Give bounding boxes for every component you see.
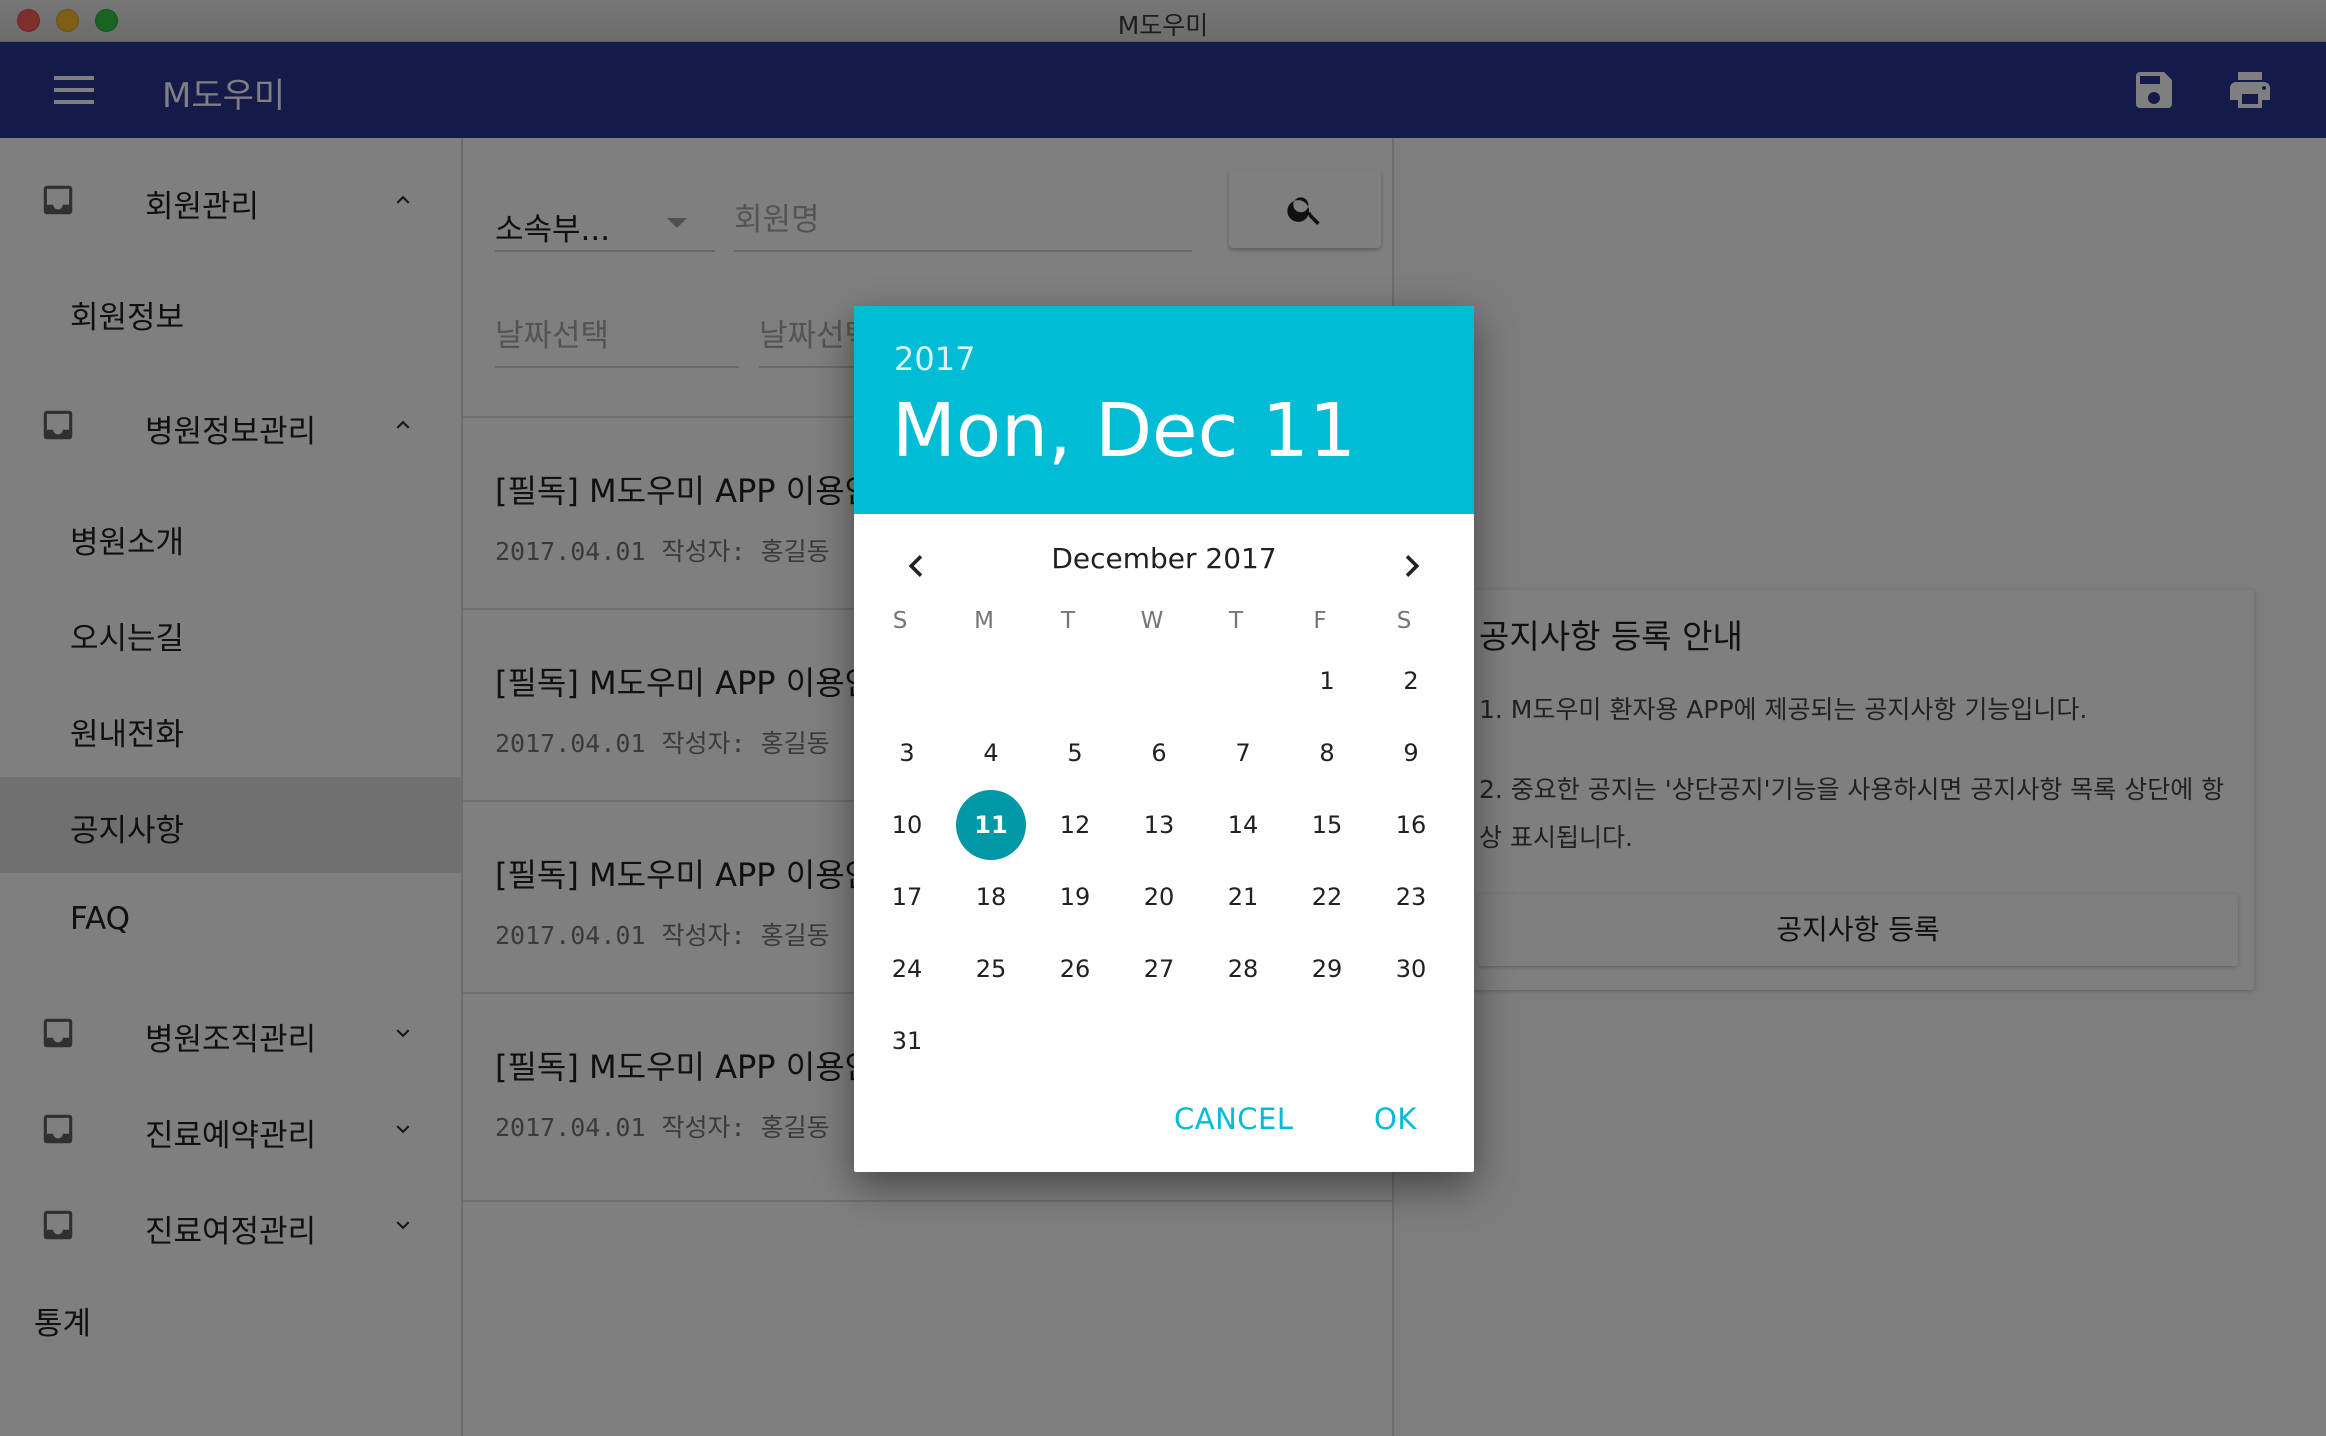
calendar-day[interactable]: 27 [1124,934,1194,1004]
calendar-day[interactable]: 16 [1376,790,1446,860]
ok-button[interactable]: OK [1374,1092,1417,1146]
weekday-label: F [1313,608,1327,634]
weekday-label: W [1140,608,1164,634]
selected-date-label: Mon, Dec 11 [892,388,1356,474]
calendar-day[interactable]: 17 [872,862,942,932]
calendar-day[interactable]: 9 [1376,718,1446,788]
weekday-label: M [974,608,994,634]
calendar-day[interactable]: 24 [872,934,942,1004]
chevron-right-icon[interactable] [1390,544,1434,588]
calendar-day[interactable]: 23 [1376,862,1446,932]
calendar-day[interactable]: 15 [1292,790,1362,860]
calendar-day[interactable]: 21 [1208,862,1278,932]
date-picker-dialog: 2017 Mon, Dec 11 December 2017 S M T W T… [854,306,1474,1172]
calendar-day[interactable]: 31 [872,1006,942,1076]
calendar-day[interactable]: 18 [956,862,1026,932]
calendar-day[interactable]: 4 [956,718,1026,788]
calendar-day[interactable]: 22 [1292,862,1362,932]
calendar-day[interactable]: 6 [1124,718,1194,788]
year-label[interactable]: 2017 [894,340,975,378]
calendar-day[interactable]: 30 [1376,934,1446,1004]
calendar-day[interactable]: 10 [872,790,942,860]
date-picker-header: 2017 Mon, Dec 11 [854,306,1474,514]
weekday-label: T [1228,608,1244,634]
calendar-day[interactable]: 1 [1292,646,1362,716]
weekday-label: S [892,608,908,634]
chevron-left-icon[interactable] [894,544,938,588]
calendar-day[interactable]: 8 [1292,718,1362,788]
calendar-day[interactable]: 25 [956,934,1026,1004]
weekday-label: T [1060,608,1076,634]
calendar-day[interactable]: 7 [1208,718,1278,788]
month-label: December 2017 [1051,542,1277,575]
calendar-day[interactable]: 28 [1208,934,1278,1004]
calendar-day[interactable]: 29 [1292,934,1362,1004]
calendar-day[interactable]: 2 [1376,646,1446,716]
calendar-day[interactable]: 12 [1040,790,1110,860]
weekday-label: S [1396,608,1412,634]
calendar-day-selected[interactable]: 11 [956,790,1026,860]
calendar-day[interactable]: 14 [1208,790,1278,860]
calendar-day[interactable]: 13 [1124,790,1194,860]
calendar-day[interactable]: 3 [872,718,942,788]
calendar-day[interactable]: 20 [1124,862,1194,932]
cancel-button[interactable]: CANCEL [1174,1092,1294,1146]
calendar-day[interactable]: 26 [1040,934,1110,1004]
calendar-day[interactable]: 5 [1040,718,1110,788]
calendar-day[interactable]: 19 [1040,862,1110,932]
